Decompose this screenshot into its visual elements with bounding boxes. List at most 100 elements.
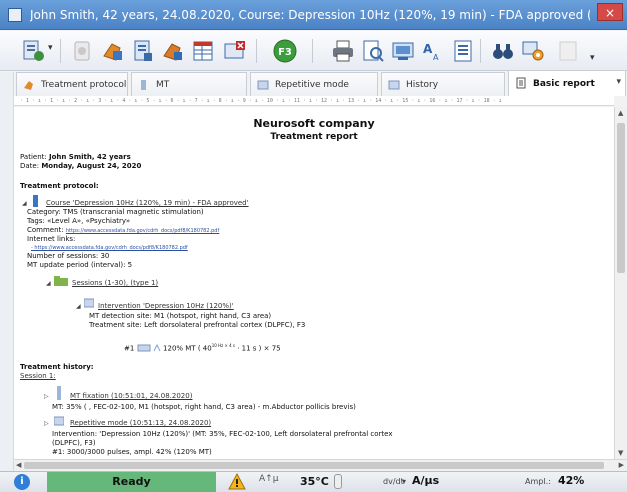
protocol-heading: Treatment protocol:: [20, 182, 99, 190]
coil-icon: [153, 344, 161, 352]
warning-icon[interactable]: [228, 473, 246, 490]
sessions-link[interactable]: Sessions (1-30), (type 1): [72, 279, 158, 288]
patient-label: Patient:: [20, 153, 47, 161]
formula-line: #1 120% MT ( 4010 Hz × 4 s · 11 s ) × 75: [124, 341, 281, 353]
f3-icon-label: F3: [278, 47, 292, 58]
binoculars-icon[interactable]: [490, 38, 516, 64]
status-bar: i Ready A↑μ 35°C dv/dt ▾ A/μs Ampl.: 42%: [0, 471, 627, 492]
window-title: John Smith, 42 years, 24.08.2020, Course…: [30, 7, 590, 22]
tab-bar: Treatment protocol MT Repetitive mode Hi…: [14, 70, 627, 96]
disabled-icon: [559, 41, 577, 61]
tab-mt[interactable]: MT: [131, 72, 247, 96]
toolbar-separator: [256, 39, 257, 63]
collapse-triangle-icon[interactable]: ▷: [44, 393, 49, 400]
mt-node-icon: [57, 386, 61, 400]
scroll-right-icon[interactable]: ▶: [619, 461, 624, 469]
tab-label: MT: [156, 79, 170, 90]
comment-label: Comment:: [27, 226, 64, 234]
session-icon[interactable]: [160, 38, 186, 64]
intervention-icon: [84, 298, 94, 308]
formula-percent: 120% MT: [163, 344, 196, 353]
pulses-line: #1: 3000/3000 pulses, ampl. 42% (120% MT…: [52, 448, 212, 456]
date-label: Date:: [20, 162, 40, 170]
formula-tail: · 11 s ) × 75: [237, 344, 281, 353]
vertical-scroll-thumb[interactable]: [617, 123, 625, 273]
history-tab-icon: [388, 80, 400, 90]
tab-basic-report[interactable]: Basic report ▾: [508, 70, 626, 96]
tab-menu-dropdown[interactable]: ▾: [616, 77, 621, 87]
tab-repetitive-mode[interactable]: Repetitive mode: [250, 72, 378, 96]
date-value: Monday, August 24, 2020: [41, 162, 142, 170]
f3-icon[interactable]: F3: [270, 38, 300, 64]
tab-treatment-protocol[interactable]: Treatment protocol: [16, 72, 128, 96]
comment-link[interactable]: https://www.accessdata.fda.gov/cdrh_docs…: [66, 228, 219, 234]
horizontal-scrollbar[interactable]: ◀ ▶: [14, 459, 627, 471]
print-icon[interactable]: [330, 38, 356, 64]
toolbar-overflow-dropdown[interactable]: ▾: [590, 53, 595, 63]
search-report-icon[interactable]: [360, 38, 386, 64]
tab-label: Repetitive mode: [275, 79, 349, 90]
scroll-down-icon[interactable]: ▼: [618, 449, 623, 457]
repetitive-mode-link[interactable]: Repetitive mode (10:51:13, 24.08.2020): [70, 419, 211, 428]
formula-paren: ( 40: [197, 344, 212, 353]
dvdt-label: dv/dt: [383, 477, 404, 486]
formula-pulse-icon: [137, 344, 151, 352]
patient-list-icon[interactable]: [20, 38, 46, 64]
formula-prefix: #1: [124, 344, 135, 353]
dvdt-dropdown[interactable]: ▾: [402, 477, 406, 486]
internet-link[interactable]: - https://www.accessdata.fda.gov/cdrh_do…: [31, 245, 188, 251]
protocol-icon[interactable]: [100, 38, 126, 64]
scroll-up-icon[interactable]: ▲: [618, 109, 623, 117]
amplitude-value: 42%: [558, 474, 585, 487]
mt-detection-site: MT detection site: M1 (hotspot, right ha…: [89, 312, 272, 320]
sessions-folder-icon: [54, 276, 68, 286]
intervention-link[interactable]: Intervention 'Depression 10Hz (120%)': [98, 302, 234, 311]
session-table-icon[interactable]: [190, 38, 216, 64]
mt-value-line: MT: 35% ( , FEC-02-100, M1 (hotspot, rig…: [52, 403, 356, 411]
course-link[interactable]: Course 'Depression 10Hz (120%, 19 min) -…: [46, 199, 249, 208]
toolbar: ▾ F3 AA ▾: [0, 31, 627, 71]
close-button[interactable]: ×: [597, 3, 623, 21]
print-preview-icon[interactable]: [222, 38, 248, 64]
toolbar-separator: [480, 39, 481, 63]
stimulus-icon[interactable]: [70, 38, 96, 64]
session-1-link[interactable]: Session 1:: [20, 372, 56, 381]
intervention-detail-line-2: (DLPFC), F3): [52, 439, 96, 447]
tags-line: Tags: «Level A», «Psychiatry»: [27, 217, 131, 225]
scroll-left-icon[interactable]: ◀: [16, 461, 21, 469]
tab-label: Treatment protocol: [41, 79, 127, 90]
list-icon[interactable]: [450, 38, 476, 64]
status-ready: Ready: [47, 472, 216, 492]
expand-triangle-icon[interactable]: ◢: [22, 200, 27, 207]
history-heading: Treatment history:: [20, 363, 94, 371]
font-size-icon[interactable]: AA: [420, 38, 446, 64]
collapse-triangle-icon[interactable]: ▷: [44, 420, 49, 427]
horizontal-scroll-thumb[interactable]: [24, 462, 604, 469]
mt-update-period: MT update period (interval): 5: [27, 261, 133, 269]
amplitude-label: Ampl.:: [525, 477, 551, 486]
mt-fixation-link[interactable]: MT fixation (10:51:01, 24.08.2020): [70, 392, 192, 401]
ap-indicator: A↑μ: [259, 474, 279, 484]
info-icon[interactable]: i: [14, 474, 30, 490]
tab-label: History: [406, 79, 439, 90]
expand-triangle-icon[interactable]: ◢: [46, 280, 51, 287]
formula-superscript: 10 Hz × 4 s: [211, 343, 235, 348]
vertical-scrollbar[interactable]: ▲ ▼: [614, 107, 627, 459]
toolbar-separator: [312, 39, 313, 63]
ruler: · 1 · ı · 1 · ı · 2 · ı · 3 · ı · 4 · ı …: [14, 96, 614, 106]
course-node-icon: [33, 195, 38, 207]
settings-icon[interactable]: [520, 38, 546, 64]
expand-triangle-icon[interactable]: ◢: [76, 303, 81, 310]
export-icon[interactable]: [390, 38, 416, 64]
tab-history[interactable]: History: [381, 72, 505, 96]
patient-line: Patient: John Smith, 42 years: [20, 153, 131, 162]
report-document[interactable]: Neurosoft company Treatment report Patie…: [14, 107, 614, 459]
course-icon[interactable]: [130, 38, 156, 64]
category-line: Category: TMS (transcranial magnetic sti…: [27, 208, 204, 216]
title-bar: John Smith, 42 years, 24.08.2020, Course…: [0, 0, 627, 30]
report-tab-icon: [516, 77, 526, 89]
coil-temperature: 35°C: [300, 475, 329, 488]
patient-list-dropdown[interactable]: ▾: [48, 43, 53, 53]
sessions-count: Number of sessions: 30: [27, 252, 110, 260]
mt-tab-icon: [141, 80, 146, 90]
